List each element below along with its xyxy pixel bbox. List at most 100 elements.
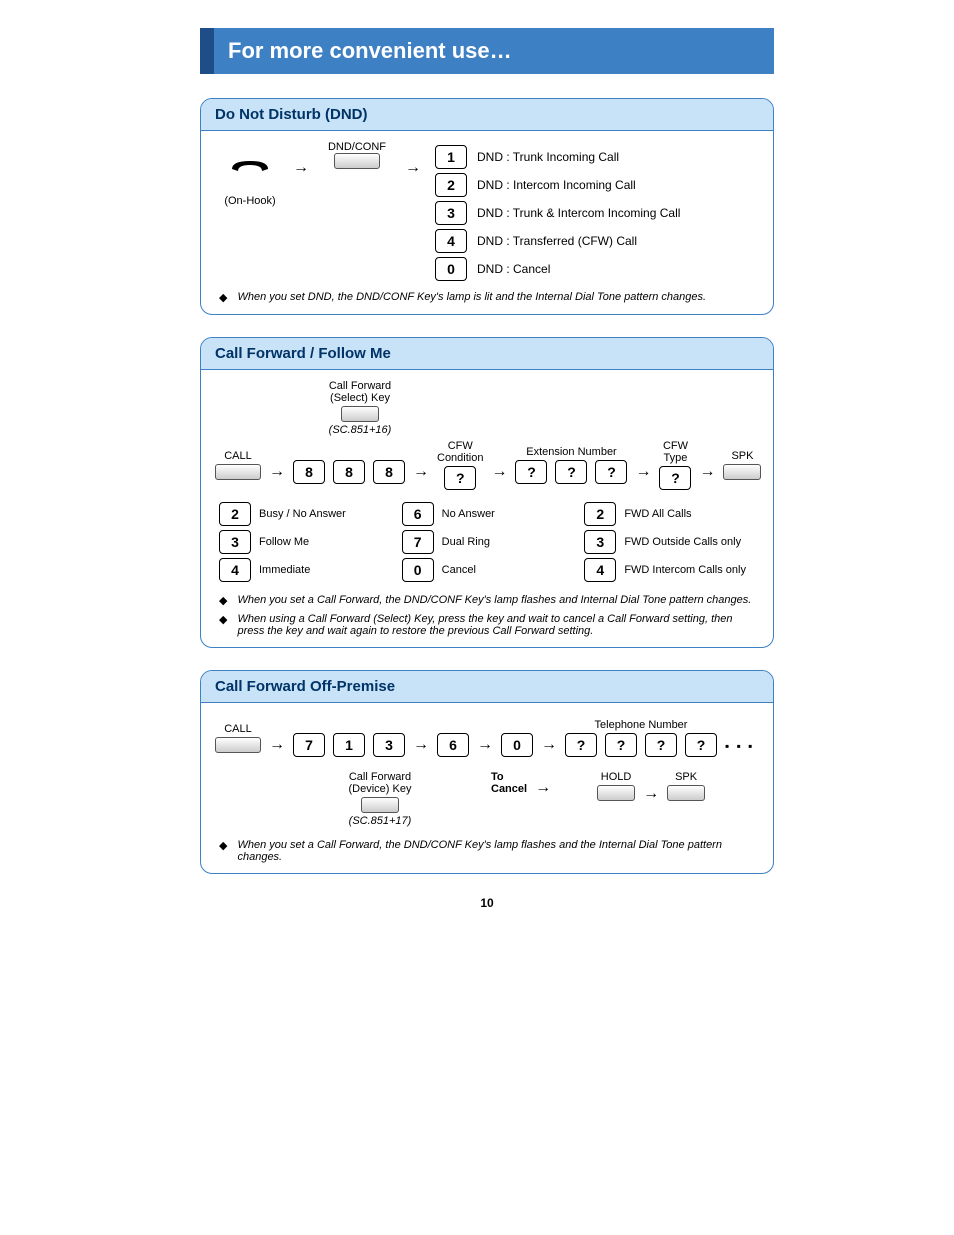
dnd-note: ◆ When you set DND, the DND/CONF Key's l…: [219, 291, 755, 304]
cfw-condition-option: 0Cancel: [402, 558, 573, 582]
dnd-conf-label: DND/CONF: [328, 141, 386, 153]
keycap: 2: [435, 173, 467, 197]
arrow-icon: →: [269, 736, 285, 754]
keycap: ?: [515, 460, 547, 484]
hold-softkey: [597, 785, 635, 801]
ext-number-label: Extension Number: [526, 446, 617, 458]
option-text: DND : Trunk Incoming Call: [477, 150, 619, 164]
dnd-card: Do Not Disturb (DND) (On-Hook) → DND/CON…: [200, 98, 774, 315]
dnd-option: 3 DND : Trunk & Intercom Incoming Call: [435, 201, 680, 225]
diamond-icon: ◆: [219, 839, 227, 863]
dnd-title: Do Not Disturb (DND): [201, 99, 773, 131]
cfop-note: ◆ When you set a Call Forward, the DND/C…: [219, 839, 755, 863]
cfw-type-option: 2FWD All Calls: [584, 502, 755, 526]
cfw-condition-option: 6No Answer: [402, 502, 573, 526]
arrow-icon: →: [269, 463, 285, 481]
keycap: ?: [685, 733, 717, 757]
keycap: 4: [435, 229, 467, 253]
cfw-type-option: 3FWD Outside Calls only: [584, 530, 755, 554]
option-text: DND : Intercom Incoming Call: [477, 178, 636, 192]
keycap: 6: [402, 502, 434, 526]
arrow-icon: →: [699, 463, 715, 481]
cfw-note: ◆ When using a Call Forward (Select) Key…: [219, 613, 755, 637]
arrow-icon: →: [491, 463, 507, 481]
keycap: ?: [565, 733, 597, 757]
device-softkey: [361, 797, 399, 813]
page-banner: For more convenient use…: [200, 28, 774, 74]
diamond-icon: ◆: [219, 594, 227, 607]
cfop-title: Call Forward Off-Premise: [201, 671, 773, 703]
select-key-label: Call Forward: [305, 380, 415, 392]
arrow-icon: →: [477, 736, 493, 754]
keycap: ?: [595, 460, 627, 484]
keycap: 4: [584, 558, 616, 582]
keycap: ?: [444, 466, 476, 490]
arrow-icon: →: [405, 159, 421, 177]
cfw-note: ◆ When you set a Call Forward, the DND/C…: [219, 594, 755, 607]
cfw-card: Call Forward / Follow Me Call Forward (S…: [200, 337, 774, 648]
keycap: 1: [435, 145, 467, 169]
handset-icon: [230, 155, 270, 175]
arrow-icon: →: [413, 463, 429, 481]
spk-label: SPK: [731, 450, 753, 462]
hold-label: HOLD: [601, 771, 632, 783]
cfw-condition-option: 3Follow Me: [219, 530, 390, 554]
cfw-condition-option: 7Dual Ring: [402, 530, 573, 554]
dnd-option: 4 DND : Transferred (CFW) Call: [435, 229, 680, 253]
keycap: 4: [219, 558, 251, 582]
cfw-type-option: 4FWD Intercom Calls only: [584, 558, 755, 582]
keycap: 2: [219, 502, 251, 526]
page-number: 10: [200, 896, 774, 910]
cfop-card: Call Forward Off-Premise CALL → 7 1 3 → …: [200, 670, 774, 874]
arrow-icon: →: [643, 785, 659, 803]
keycap: 0: [435, 257, 467, 281]
spk-softkey: [723, 464, 761, 480]
device-key-label: (Device) Key: [349, 783, 412, 795]
keycap: 3: [435, 201, 467, 225]
dnd-option: 1 DND : Trunk Incoming Call: [435, 145, 680, 169]
keycap: 3: [373, 733, 405, 757]
arrow-icon: →: [293, 159, 309, 177]
keycap: ?: [605, 733, 637, 757]
keycap: 8: [333, 460, 365, 484]
cfw-title: Call Forward / Follow Me: [201, 338, 773, 370]
diamond-icon: ◆: [219, 613, 227, 637]
keycap: 3: [584, 530, 616, 554]
keycap: 7: [293, 733, 325, 757]
call-label: CALL: [224, 723, 252, 735]
call-softkey: [215, 464, 261, 480]
call-label: CALL: [224, 450, 252, 462]
arrow-icon: →: [535, 779, 551, 797]
keycap: ?: [659, 466, 691, 490]
device-key-label: Call Forward: [349, 771, 411, 783]
option-text: DND : Cancel: [477, 262, 550, 276]
keycap: 2: [584, 502, 616, 526]
keycap: 1: [333, 733, 365, 757]
dnd-option: 2 DND : Intercom Incoming Call: [435, 173, 680, 197]
diamond-icon: ◆: [219, 291, 227, 304]
arrow-icon: →: [413, 736, 429, 754]
select-softkey: [341, 406, 379, 422]
keycap: ?: [555, 460, 587, 484]
continuation-dots: ▪ ▪ ▪: [725, 739, 754, 753]
keycap: 7: [402, 530, 434, 554]
spk-label: SPK: [675, 771, 697, 783]
keycap: 0: [501, 733, 533, 757]
cfw-type-label: CFW Type: [659, 440, 691, 464]
keycap: ?: [645, 733, 677, 757]
keycap: 8: [293, 460, 325, 484]
keycap: 0: [402, 558, 434, 582]
option-text: DND : Transferred (CFW) Call: [477, 234, 637, 248]
dnd-option: 0 DND : Cancel: [435, 257, 680, 281]
cfw-condition-label: CFWCondition: [437, 440, 483, 464]
spk-softkey: [667, 785, 705, 801]
arrow-icon: →: [541, 736, 557, 754]
select-code: (SC.851+16): [305, 424, 415, 436]
telephone-number-label: Telephone Number: [595, 719, 688, 731]
dnd-conf-key: [334, 153, 380, 169]
on-hook-label: (On-Hook): [224, 195, 275, 207]
keycap: 8: [373, 460, 405, 484]
option-text: DND : Trunk & Intercom Incoming Call: [477, 206, 680, 220]
call-softkey: [215, 737, 261, 753]
keycap: 3: [219, 530, 251, 554]
